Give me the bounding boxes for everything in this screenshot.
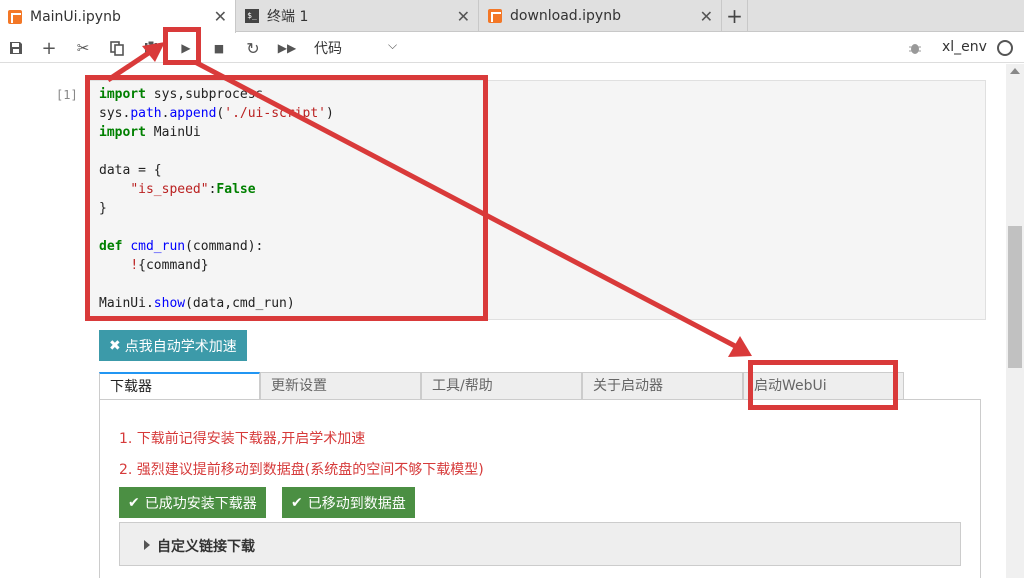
custom-link-accordion[interactable]: 自定义链接下载 [119, 522, 961, 566]
interrupt-kernel-button[interactable]: ■ [207, 36, 231, 60]
restart-run-all-button[interactable]: ▶▶ [275, 36, 299, 60]
notebook-toolbar: + ✂ ▶ ■ ↻ ▶▶ 代码 ⌵ xl_env [0, 33, 1024, 63]
tab-update-settings[interactable]: 更新设置 [260, 372, 421, 400]
annotation-box-run [163, 27, 201, 65]
new-tab-button[interactable]: + [722, 0, 748, 32]
button-label: 已移动到数据盘 [307, 495, 406, 512]
kernel-status-icon [997, 40, 1013, 56]
accordion-label: 自定义链接下载 [157, 539, 255, 555]
accel-button-label: 点我自动学术加速 [124, 338, 237, 355]
tab-label: MainUi.ipynb [30, 8, 121, 25]
tab-label: download.ipynb [510, 8, 621, 24]
bug-icon[interactable] [908, 41, 922, 55]
tab-tools-help[interactable]: 工具/帮助 [421, 372, 582, 400]
copy-button[interactable] [105, 36, 129, 60]
caret-right-icon [144, 540, 150, 550]
plus-icon: + [41, 37, 57, 59]
cell-prompt: [1] [56, 88, 78, 102]
cut-button[interactable]: ✂ [71, 36, 95, 60]
notebook-icon [488, 9, 502, 23]
clipboard-icon [145, 40, 157, 55]
chevron-down-icon[interactable]: ⌵ [388, 38, 397, 53]
save-icon [10, 42, 22, 54]
moved-to-datadisk-button[interactable]: ✔ 已移动到数据盘 [282, 487, 415, 518]
stop-icon: ■ [213, 41, 225, 55]
paste-button[interactable] [139, 36, 163, 60]
check-icon: ✔ [291, 494, 303, 511]
scroll-up-icon[interactable] [1010, 68, 1020, 74]
button-label: 已成功安装下载器 [144, 495, 257, 512]
close-icon: ✖ [109, 337, 121, 354]
scissors-icon: ✂ [76, 39, 90, 57]
terminal-icon: $_ [245, 9, 259, 23]
kernel-name[interactable]: xl_env [942, 39, 987, 55]
close-icon[interactable]: ✕ [214, 7, 227, 26]
academic-accel-button[interactable]: ✖ 点我自动学术加速 [99, 330, 247, 361]
copy-icon [110, 40, 124, 56]
check-icon: ✔ [128, 494, 140, 511]
notebook-icon [8, 9, 22, 24]
refresh-icon: ↻ [246, 38, 260, 58]
tab-label: 终端 1 [267, 9, 309, 25]
annotation-box-code [85, 75, 488, 321]
tab-downloader[interactable]: 下载器 [99, 372, 260, 401]
close-icon[interactable]: ✕ [457, 7, 470, 26]
arrow-head-webui [728, 336, 752, 357]
scrollbar-thumb[interactable] [1008, 226, 1022, 368]
cell-type-select[interactable]: 代码 [314, 38, 342, 58]
save-button[interactable] [4, 36, 28, 60]
annotation-box-webui-tab [748, 360, 898, 410]
tab-terminal[interactable]: $_ 终端 1 ✕ [237, 0, 479, 32]
note-2: 2. 强烈建议提前移动到数据盘(系统盘的空间不够下载模型) [119, 462, 484, 478]
insert-cell-button[interactable]: + [37, 36, 61, 60]
tab-download[interactable]: download.ipynb ✕ [480, 0, 722, 32]
fast-forward-icon: ▶▶ [277, 41, 297, 55]
tab-about-launcher[interactable]: 关于启动器 [582, 372, 743, 400]
close-icon[interactable]: ✕ [700, 7, 713, 26]
note-1: 1. 下载前记得安装下载器,开启学术加速 [119, 431, 366, 447]
downloader-installed-button[interactable]: ✔ 已成功安装下载器 [119, 487, 266, 518]
tab-bar: MainUi.ipynb ✕ $_ 终端 1 ✕ download.ipynb … [0, 0, 1024, 33]
restart-kernel-button[interactable]: ↻ [241, 36, 265, 60]
